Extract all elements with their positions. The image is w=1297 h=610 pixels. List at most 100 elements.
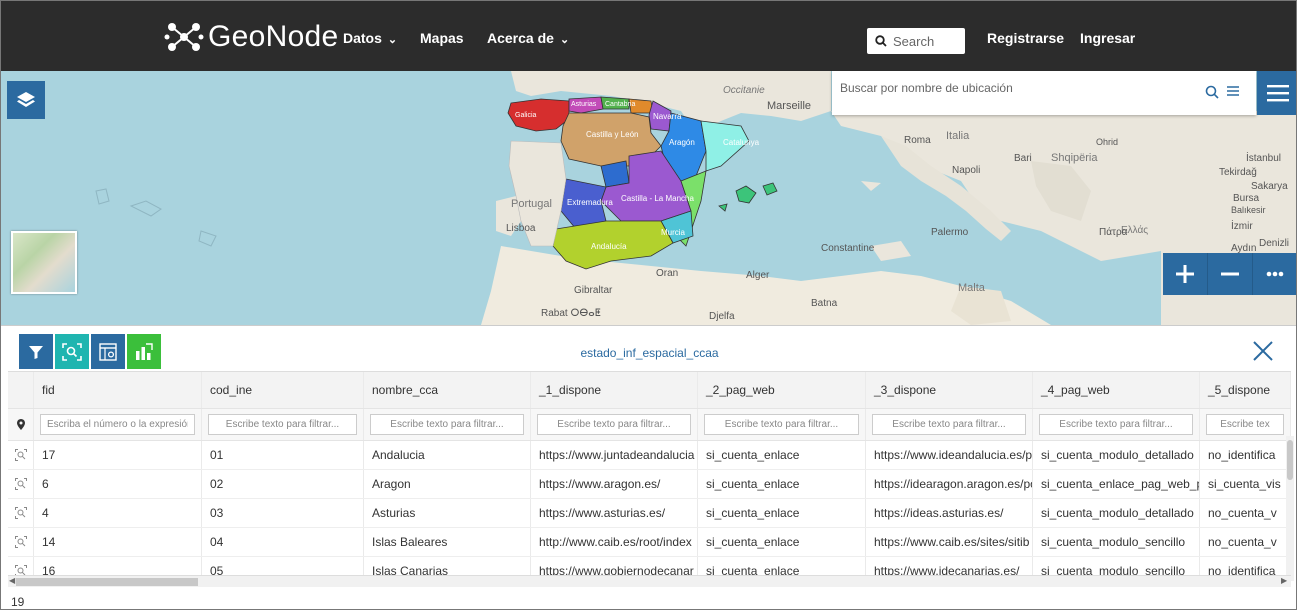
table-cell: 04 bbox=[202, 528, 364, 556]
scroll-left-arrow-icon[interactable]: ◀ bbox=[9, 576, 15, 585]
map-label-shqiperia: Shqipëria bbox=[1051, 152, 1098, 164]
brand-logo[interactable]: GeoNode bbox=[164, 19, 339, 55]
geonode-logo-icon bbox=[164, 23, 204, 51]
filter-cell bbox=[202, 409, 364, 440]
map-label-napoli: Napoli bbox=[952, 165, 980, 176]
filter-input-fid[interactable] bbox=[40, 414, 195, 435]
zoom-to-feature-icon[interactable] bbox=[14, 449, 27, 461]
column-header[interactable]: cod_ine bbox=[202, 372, 364, 408]
background-selector-thumbnail[interactable] bbox=[11, 231, 77, 294]
map-label-bursa: Bursa bbox=[1233, 193, 1260, 204]
map-label-oran: Oran bbox=[656, 268, 678, 279]
attribute-grid: fid cod_ine nombre_cca _1_dispone _2_pag… bbox=[8, 371, 1291, 581]
main-menu-button[interactable] bbox=[1257, 71, 1296, 115]
column-header[interactable]: _1_dispone bbox=[531, 372, 698, 408]
zoom-to-feature-icon[interactable] bbox=[14, 478, 27, 490]
column-header[interactable]: _2_pag_web bbox=[698, 372, 866, 408]
map-label-asturias: Asturias bbox=[571, 101, 597, 108]
table-cell: https://ideas.asturias.es/ bbox=[866, 499, 1033, 527]
filter-cell bbox=[866, 409, 1033, 440]
filter-input-4-pag-web[interactable] bbox=[1039, 414, 1193, 435]
global-search-input[interactable] bbox=[893, 33, 957, 49]
row-zoom-cell bbox=[8, 441, 34, 469]
location-search-input[interactable] bbox=[840, 81, 1180, 95]
filter-input-2-pag-web[interactable] bbox=[704, 414, 859, 435]
table-cell: https://www.asturias.es/ bbox=[531, 499, 698, 527]
map-label-lisboa: Lisboa bbox=[506, 223, 536, 234]
top-navbar: GeoNode Datos ⌄ Mapas Acerca de ⌄ Registra… bbox=[1, 1, 1296, 71]
table-cell: si_cuenta_enlace bbox=[698, 499, 866, 527]
table-cell: 03 bbox=[202, 499, 364, 527]
close-icon[interactable] bbox=[1251, 339, 1275, 363]
filter-input-cod-ine[interactable] bbox=[208, 414, 357, 435]
map-label-castilla-leon: Castilla y León bbox=[586, 130, 638, 139]
table-row[interactable]: 4 03 Asturias https://www.asturias.es/ s… bbox=[8, 499, 1291, 528]
map-label-istanbul: İstanbul bbox=[1246, 151, 1281, 164]
table-cell: no_identifica bbox=[1200, 441, 1291, 469]
table-cell: 14 bbox=[34, 528, 202, 556]
column-header[interactable]: _3_dispone bbox=[866, 372, 1033, 408]
search-options-icon[interactable] bbox=[1227, 85, 1239, 97]
layers-toggle-button[interactable] bbox=[7, 81, 45, 119]
filter-cell bbox=[34, 409, 202, 440]
table-cell: si_cuenta_vis bbox=[1200, 470, 1291, 498]
map-label-rabat: Rabat ⵔⴱⴰⵟ bbox=[541, 308, 601, 319]
map-label-extremadura: Extremadura bbox=[567, 198, 613, 207]
filter-input-5-dispone[interactable] bbox=[1206, 414, 1284, 435]
menu-datos[interactable]: Datos ⌄ bbox=[343, 30, 397, 46]
global-search bbox=[867, 28, 965, 54]
map-label-gibraltar: Gibraltar bbox=[574, 285, 613, 296]
vertical-scroll-thumb[interactable] bbox=[1287, 440, 1293, 480]
table-cell: si_cuenta_enlace bbox=[698, 528, 866, 556]
layer-title: estado_inf_espacial_ccaa bbox=[580, 346, 719, 360]
menu-datos-label: Datos bbox=[343, 30, 382, 46]
map-label-castilla-la-mancha: Castilla - La Mancha bbox=[621, 194, 694, 203]
table-cell: si_cuenta_modulo_detallado bbox=[1033, 499, 1200, 527]
map-viewer[interactable]: Occitanie Marseille Roma Italia Napoli B… bbox=[1, 71, 1296, 325]
column-header[interactable]: _5_dispone bbox=[1200, 372, 1291, 408]
login-link[interactable]: Ingresar bbox=[1080, 30, 1135, 46]
map-label-djelfa: Djelfa bbox=[709, 311, 735, 322]
horizontal-scrollbar[interactable]: ◀ ▶ bbox=[8, 575, 1291, 587]
column-header[interactable]: fid bbox=[34, 372, 202, 408]
zoom-to-feature-icon[interactable] bbox=[14, 507, 27, 519]
column-header[interactable]: _4_pag_web bbox=[1033, 372, 1200, 408]
search-icon[interactable] bbox=[1205, 85, 1219, 99]
zoom-out-button[interactable] bbox=[1208, 253, 1253, 295]
map-pin-icon[interactable] bbox=[16, 419, 25, 430]
filter-input-1-dispone[interactable] bbox=[537, 414, 691, 435]
map-label-catalunya: Catalunya bbox=[723, 138, 760, 147]
grid-header-row: fid cod_ine nombre_cca _1_dispone _2_pag… bbox=[8, 372, 1291, 408]
register-link[interactable]: Registrarse bbox=[987, 30, 1064, 46]
map-label-malta: Malta bbox=[958, 282, 986, 294]
zoom-controls bbox=[1163, 253, 1296, 295]
filter-input-nombre-cca[interactable] bbox=[370, 414, 524, 435]
table-cell: http://www.caib.es/root/index bbox=[531, 528, 698, 556]
table-row[interactable]: 14 04 Islas Baleares http://www.caib.es/… bbox=[8, 528, 1291, 557]
table-row[interactable]: 17 01 Andalucia https://www.juntadeandal… bbox=[8, 441, 1291, 470]
table-cell: https://www.juntadeandalucia bbox=[531, 441, 698, 469]
more-options-button[interactable] bbox=[1253, 253, 1296, 295]
map-label-andalucia: Andalucía bbox=[591, 242, 627, 251]
filter-input-3-dispone[interactable] bbox=[872, 414, 1026, 435]
horizontal-scroll-thumb[interactable] bbox=[16, 578, 198, 586]
zoom-in-button[interactable] bbox=[1163, 253, 1208, 295]
table-cell: 02 bbox=[202, 470, 364, 498]
menu-acerca-de[interactable]: Acerca de ⌄ bbox=[487, 30, 569, 46]
map-label-galicia: Galicia bbox=[515, 112, 537, 119]
vertical-scrollbar[interactable] bbox=[1286, 436, 1294, 581]
table-row[interactable]: 6 02 Aragon https://www.aragon.es/ si_cu… bbox=[8, 470, 1291, 499]
map-label-marseille: Marseille bbox=[767, 100, 811, 112]
table-cell: no_cuenta_v bbox=[1200, 499, 1291, 527]
location-search bbox=[832, 71, 1256, 115]
menu-mapas[interactable]: Mapas bbox=[420, 30, 464, 46]
table-cell: no_cuenta_v bbox=[1200, 528, 1291, 556]
table-cell: https://www.aragon.es/ bbox=[531, 470, 698, 498]
column-header[interactable]: nombre_cca bbox=[364, 372, 531, 408]
map-label-murcia: Murcia bbox=[661, 228, 686, 237]
scroll-right-arrow-icon[interactable]: ▶ bbox=[1281, 576, 1287, 585]
map-label-ohrid: Ohrid bbox=[1096, 137, 1118, 147]
chevron-down-icon: ⌄ bbox=[387, 34, 398, 46]
search-icon[interactable] bbox=[875, 35, 887, 47]
zoom-to-feature-icon[interactable] bbox=[14, 536, 27, 548]
